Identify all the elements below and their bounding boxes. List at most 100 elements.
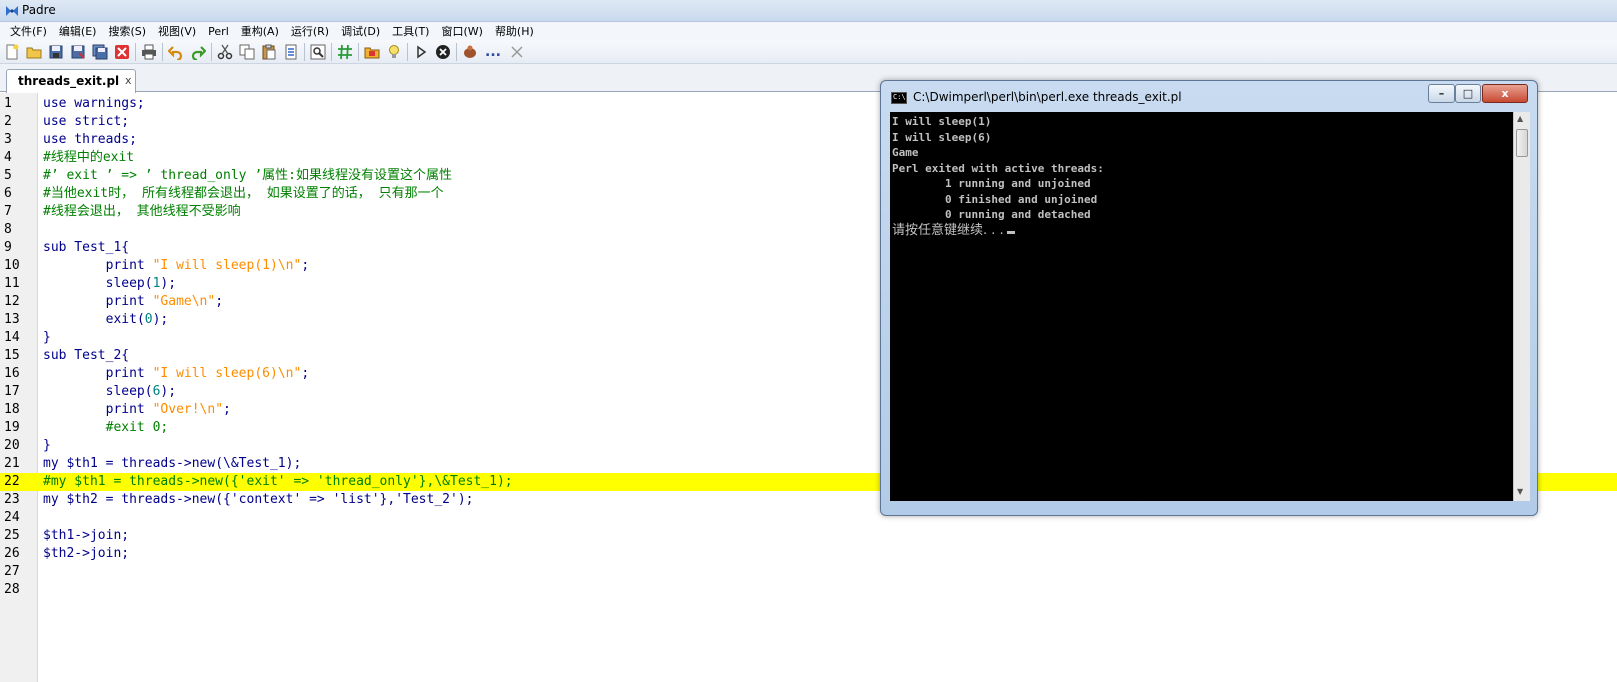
tab-threads-exit[interactable]: threads_exit.pl x <box>6 69 136 93</box>
code-text: use strict; <box>43 113 129 131</box>
console-line: 0 finished and unjoined <box>892 192 1098 206</box>
line-number: 8 <box>4 222 12 237</box>
close-button[interactable]: x <box>1482 84 1528 103</box>
save-all-icon[interactable] <box>90 42 109 61</box>
code-token-number: 0 <box>144 312 153 327</box>
minimize-button[interactable]: – <box>1428 84 1455 103</box>
redo-icon[interactable] <box>188 42 207 61</box>
line-number: 23 <box>4 492 20 507</box>
code-text: print "I will sleep(6)\n"; <box>43 365 310 383</box>
debug-icon[interactable] <box>460 42 479 61</box>
console-line: I will sleep(1) <box>892 115 992 128</box>
open-project-icon[interactable] <box>362 42 381 61</box>
code-line[interactable]: 28 <box>0 581 1617 599</box>
tab-label: threads_exit.pl <box>18 74 120 88</box>
code-token-plain: $th1->join; <box>43 528 130 543</box>
code-text: #线程中的exit <box>43 149 134 167</box>
console-cursor <box>1006 230 1015 234</box>
code-token-plain: Test_1{ <box>66 240 130 255</box>
code-line[interactable]: 26 $th2->join; <box>0 545 1617 563</box>
code-token-string: "Game\n" <box>152 294 216 309</box>
code-token-keyword: sub <box>43 240 67 255</box>
console-window[interactable]: C:\ C:\Dwimperl\perl\bin\perl.exe thread… <box>880 80 1538 516</box>
print-icon[interactable] <box>139 42 158 61</box>
menu-item[interactable]: 视图(V) <box>152 23 202 39</box>
code-token-plain: ( <box>144 276 153 291</box>
code-token-keyword: use <box>43 114 67 129</box>
minimize-icon: – <box>1438 87 1445 100</box>
close-icon: x <box>1501 87 1509 100</box>
code-line[interactable]: 27 <box>0 563 1617 581</box>
close-file-icon[interactable] <box>112 42 131 61</box>
line-number: 17 <box>4 384 20 399</box>
line-number: 19 <box>4 420 20 435</box>
console-scrollbar[interactable]: ▲ ▼ <box>1513 112 1530 501</box>
code-token-string: "Over!\n" <box>152 402 224 417</box>
scroll-up-icon[interactable]: ▲ <box>1517 114 1523 123</box>
console-output[interactable]: I will sleep(1) I will sleep(6) Game Perl e… <box>890 112 1513 501</box>
code-token-plain: ); <box>160 384 177 399</box>
copy-icon[interactable] <box>237 42 256 61</box>
padre-app-icon <box>6 6 18 16</box>
menu-item[interactable]: Perl <box>202 25 235 38</box>
console-prompt: 请按任意键继续. . . <box>892 222 1004 238</box>
save-icon[interactable] <box>46 42 65 61</box>
console-line: I will sleep(6) <box>892 130 992 144</box>
menu-item[interactable]: 调试(D) <box>335 23 386 39</box>
find-icon[interactable] <box>308 42 327 61</box>
line-number: 7 <box>4 204 12 219</box>
code-token-plain: warnings; <box>66 96 145 111</box>
new-file-icon[interactable] <box>2 42 21 61</box>
more-icon[interactable]: ... <box>482 42 504 61</box>
scroll-thumb[interactable] <box>1516 129 1528 157</box>
toolbar-separator <box>331 42 332 61</box>
console-line: 1 running and unjoined <box>892 177 1091 190</box>
code-token-plain: ; <box>301 366 310 381</box>
menu-item[interactable]: 帮助(H) <box>489 23 540 39</box>
code-line[interactable]: 25 $th1->join; <box>0 527 1617 545</box>
menu-item[interactable]: 编辑(E) <box>53 23 103 39</box>
scroll-down-icon[interactable]: ▼ <box>1517 487 1523 496</box>
code-text: print "Over!\n"; <box>43 401 231 419</box>
maximize-button[interactable]: □ <box>1455 84 1481 103</box>
toolbar-separator <box>407 42 408 61</box>
hint-icon[interactable] <box>384 42 403 61</box>
close-toolbar-icon[interactable] <box>507 42 526 61</box>
code-token-comment: #当他exit时， 所有线程都会退出， 如果设置了的话， 只有那一个 <box>43 186 444 201</box>
code-token-keyword: print <box>105 402 145 417</box>
code-text: sub Test_2{ <box>43 347 129 365</box>
run-icon[interactable] <box>411 42 430 61</box>
code-token-plain: strict; <box>66 114 130 129</box>
code-text: sub Test_1{ <box>43 239 129 257</box>
menu-item[interactable]: 运行(R) <box>285 23 335 39</box>
code-token-keyword: exit <box>105 312 137 327</box>
stop-icon[interactable] <box>433 42 452 61</box>
code-token-plain: } <box>43 438 51 453</box>
code-text: use threads; <box>43 131 137 149</box>
select-all-icon[interactable] <box>281 42 300 61</box>
paste-icon[interactable] <box>259 42 278 61</box>
code-text: #当他exit时， 所有线程都会退出， 如果设置了的话， 只有那一个 <box>43 185 444 203</box>
code-token-keyword: print <box>105 258 145 273</box>
code-token-plain: } <box>43 330 51 345</box>
save-as-icon[interactable] <box>68 42 87 61</box>
undo-icon[interactable] <box>166 42 185 61</box>
menu-item[interactable]: 窗口(W) <box>435 23 488 39</box>
tab-close-icon[interactable]: x <box>125 74 132 87</box>
code-token-comment: #exit 0; <box>105 420 169 435</box>
console-line: Perl exited with active threads: <box>892 161 1104 175</box>
menu-item[interactable]: 搜索(S) <box>102 23 152 39</box>
menu-item[interactable]: 文件(F) <box>4 23 53 39</box>
code-text: sleep(1); <box>43 275 176 293</box>
cut-icon[interactable] <box>215 42 234 61</box>
open-file-icon[interactable] <box>24 42 43 61</box>
menu-item[interactable]: 工具(T) <box>386 23 435 39</box>
menu-item[interactable]: 重构(A) <box>235 23 285 39</box>
comment-icon[interactable] <box>335 42 354 61</box>
toolbar: ... <box>0 40 1617 64</box>
toolbar-separator <box>135 42 136 61</box>
